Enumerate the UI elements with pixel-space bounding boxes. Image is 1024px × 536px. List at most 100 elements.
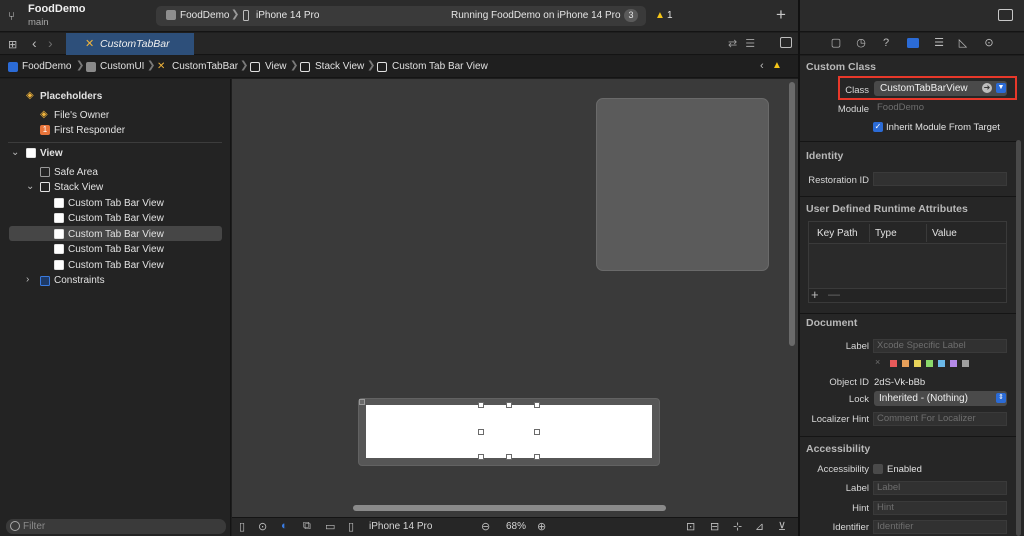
floating-placeholder-view[interactable] (596, 98, 769, 271)
inherit-module-checkbox[interactable]: ✓ (873, 122, 883, 132)
label-color-swatch[interactable] (950, 360, 957, 367)
outline-custom-tab-bar-view[interactable]: Custom Tab Bar View (68, 213, 164, 224)
scheme-selector[interactable]: FoodDemo (180, 10, 229, 21)
clear-label-icon[interactable]: × (875, 357, 880, 367)
acc-identifier-field[interactable]: Identifier (873, 520, 1007, 534)
iphone-icon[interactable]: ▯ (348, 520, 354, 533)
column-key-path[interactable]: Key Path (817, 228, 858, 239)
update-frames-icon[interactable]: ⊙ (258, 520, 267, 533)
acc-hint-field[interactable]: Hint (873, 501, 1007, 515)
restoration-id-field[interactable] (873, 172, 1007, 186)
label-color-swatch[interactable] (938, 360, 945, 367)
embed-in-icon[interactable]: ⊻ (778, 520, 786, 533)
column-type[interactable]: Type (875, 228, 897, 239)
breadcrumb-item[interactable]: Custom Tab Bar View (392, 61, 488, 72)
accessibility-enabled-label[interactable]: Enabled (887, 464, 922, 475)
branch-name[interactable]: main (28, 17, 49, 28)
accessibility-enabled-checkbox[interactable] (873, 464, 883, 474)
device-config[interactable]: iPhone 14 Pro (369, 521, 432, 532)
filter-placeholder[interactable]: Filter (23, 521, 45, 532)
resize-handle[interactable] (506, 402, 512, 408)
outline-stack-view[interactable]: Stack View (54, 182, 103, 193)
add-constraints-icon[interactable]: ⊹ (733, 520, 742, 533)
acc-label-field[interactable]: Label (873, 481, 1007, 495)
disclosure-open-icon[interactable]: ⌄ (26, 181, 34, 192)
outline-safe-area[interactable]: Safe Area (54, 167, 98, 178)
align-icon[interactable]: ⊟ (710, 520, 719, 533)
outline-files-owner[interactable]: File's Owner (54, 110, 109, 121)
outline-toggle-icon[interactable]: ▯ (239, 520, 245, 533)
zoom-in-icon[interactable]: ⊕ (537, 520, 546, 533)
back-arrow-icon[interactable]: ‹ (32, 35, 37, 51)
outline-custom-tab-bar-view-selected[interactable]: Custom Tab Bar View (68, 229, 164, 240)
identity-inspector-icon[interactable] (907, 38, 919, 48)
scene-resize-handle[interactable] (359, 399, 365, 405)
quick-help-icon[interactable]: ? (880, 37, 892, 49)
add-attribute-button[interactable]: + (811, 287, 819, 302)
issue-navigation-icon[interactable]: ‹ (760, 60, 766, 72)
resize-handle[interactable] (478, 429, 484, 435)
column-value[interactable]: Value (932, 228, 957, 239)
label-color-swatch[interactable] (902, 360, 909, 367)
label-color-swatch[interactable] (890, 360, 897, 367)
outline-first-responder[interactable]: First Responder (54, 125, 125, 136)
zoom-level[interactable]: 68% (506, 521, 526, 532)
warning-icon[interactable]: ▲ (655, 10, 665, 21)
up-down-chevron-icon[interactable]: ⇕ (996, 393, 1006, 403)
warning-icon[interactable]: ▲ (772, 60, 782, 71)
inspector-scrollbar[interactable] (1016, 140, 1021, 536)
editor-options-icons[interactable]: ⇄☰ (728, 37, 763, 50)
remove-attribute-button[interactable]: — (828, 287, 840, 301)
outline-constraints[interactable]: Constraints (54, 275, 105, 286)
outline-view[interactable]: View (40, 148, 63, 159)
outline-custom-tab-bar-view[interactable]: Custom Tab Bar View (68, 260, 164, 271)
custom-tab-bar-view-canvas[interactable] (366, 405, 652, 458)
sidebar-toggle-icon[interactable] (998, 9, 1013, 21)
history-inspector-icon[interactable]: ◷ (855, 37, 867, 49)
outline-custom-tab-bar-view[interactable]: Custom Tab Bar View (68, 244, 164, 255)
label-color-swatch[interactable] (926, 360, 933, 367)
resize-handle[interactable] (534, 402, 540, 408)
add-editor-icon[interactable] (780, 37, 792, 48)
breadcrumb-item[interactable]: CustomUI (100, 61, 144, 72)
device-frame-icon[interactable]: ▭ (325, 520, 335, 533)
resize-handle[interactable] (478, 402, 484, 408)
appearance-icon[interactable]: ◐ (281, 520, 288, 532)
module-field[interactable]: FoodDemo (874, 102, 1007, 116)
disclosure-closed-icon[interactable]: › (26, 274, 29, 285)
tab-label[interactable]: CustomTabBar (100, 38, 170, 50)
resize-handle[interactable] (534, 429, 540, 435)
outline-placeholders[interactable]: Placeholders (40, 91, 102, 102)
resize-handle[interactable] (506, 454, 512, 460)
destination-selector[interactable]: iPhone 14 Pro (256, 10, 319, 21)
resize-handle[interactable] (478, 454, 484, 460)
breadcrumb-item[interactable]: FoodDemo (22, 61, 71, 72)
project-name[interactable]: FoodDemo (28, 3, 85, 15)
resize-handle[interactable] (534, 454, 540, 460)
breadcrumb-item[interactable]: View (265, 61, 287, 72)
orientation-icon[interactable]: ⧉ (303, 520, 311, 533)
label-color-swatch[interactable] (914, 360, 921, 367)
resolve-issues-icon[interactable]: ⊿ (755, 520, 764, 533)
disclosure-open-icon[interactable]: ⌄ (11, 147, 19, 158)
doc-label-field[interactable]: Xcode Specific Label (873, 339, 1007, 353)
update-frames-icon[interactable]: ⊡ (686, 520, 695, 533)
vertical-scrollbar[interactable] (789, 82, 795, 346)
horizontal-scrollbar[interactable] (353, 505, 666, 511)
attributes-inspector-icon[interactable]: ☰ (933, 37, 945, 49)
lock-value[interactable]: Inherited - (Nothing) (879, 393, 968, 404)
forward-arrow-icon[interactable]: › (48, 35, 53, 51)
label-color-swatch[interactable] (962, 360, 969, 367)
warning-count[interactable]: 1 (667, 10, 673, 21)
breadcrumb-item[interactable]: CustomTabBar (172, 61, 238, 72)
file-inspector-icon[interactable]: ▢ (830, 37, 842, 49)
zoom-out-icon[interactable]: ⊖ (481, 520, 490, 533)
related-items-grid-icon[interactable]: ⊞ (8, 38, 20, 51)
size-inspector-icon[interactable]: ◺ (957, 37, 969, 49)
outline-custom-tab-bar-view[interactable]: Custom Tab Bar View (68, 198, 164, 209)
connections-inspector-icon[interactable]: ⊙ (983, 37, 995, 49)
breadcrumb-item[interactable]: Stack View (315, 61, 364, 72)
localizer-hint-field[interactable]: Comment For Localizer (873, 412, 1007, 426)
add-library-button[interactable]: + (776, 5, 786, 25)
inherit-module-label[interactable]: Inherit Module From Target (886, 122, 1000, 133)
